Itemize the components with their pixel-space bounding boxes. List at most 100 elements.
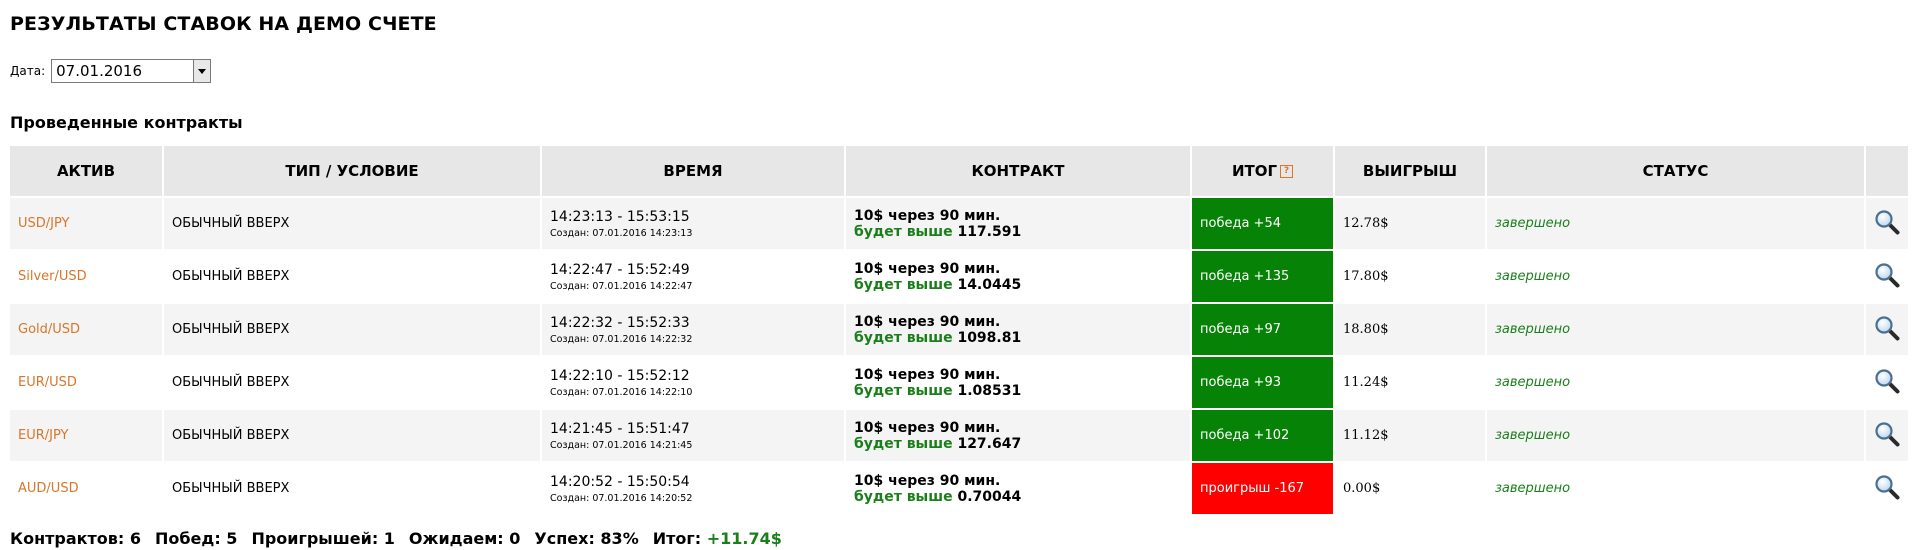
header-payout: ВЫИГРЫШ <box>1334 146 1487 197</box>
cell-action <box>1865 249 1910 303</box>
table-row: EUR/USD ОБЫЧНЫЙ ВВЕРХ 14:22:10 - 15:52:1… <box>10 355 1910 409</box>
contract-terms: 10$ через 90 мин. <box>854 419 1001 436</box>
cell-result: победа +54 <box>1191 196 1335 250</box>
header-result: ИТОГ? <box>1191 146 1335 197</box>
cell-time: 14:22:32 - 15:52:33 Создан: 07.01.2016 1… <box>541 302 846 356</box>
cell-asset: EUR/JPY <box>10 408 164 462</box>
cell-action <box>1865 355 1910 409</box>
strike-price: 1.08531 <box>957 382 1022 399</box>
cell-status: завершено <box>1486 408 1866 462</box>
cell-payout: 17.80$ <box>1334 249 1487 303</box>
time-range: 14:23:13 - 15:53:15 <box>550 208 690 225</box>
strike-price: 0.70044 <box>957 488 1022 505</box>
cell-result: победа +93 <box>1191 355 1335 409</box>
contract-condition: будет выше 1098.81 <box>854 330 1182 346</box>
cell-type: ОБЫЧНЫЙ ВВЕРХ <box>163 302 542 356</box>
magnifier-icon[interactable] <box>1874 209 1900 239</box>
cell-contract: 10$ через 90 мин. будет выше 117.591 <box>845 196 1192 250</box>
strike-price: 117.591 <box>957 223 1022 240</box>
cell-payout: 11.12$ <box>1334 408 1487 462</box>
asset-link[interactable]: EUR/USD <box>18 375 77 390</box>
cell-type: ОБЫЧНЫЙ ВВЕРХ <box>163 196 542 250</box>
magnifier-icon[interactable] <box>1874 368 1900 398</box>
date-dropdown-button[interactable] <box>193 60 211 82</box>
cell-action <box>1865 196 1910 250</box>
cell-type: ОБЫЧНЫЙ ВВЕРХ <box>163 461 542 514</box>
contract-condition: будет выше 14.0445 <box>854 277 1182 293</box>
magnifier-icon-svg <box>1875 209 1900 234</box>
page-title: РЕЗУЛЬТАТЫ СТАВОК НА ДЕМО СЧЕТЕ <box>10 13 437 35</box>
cell-payout: 11.24$ <box>1334 355 1487 409</box>
cell-time: 14:22:10 - 15:52:12 Создан: 07.01.2016 1… <box>541 355 846 409</box>
cell-result: победа +97 <box>1191 302 1335 356</box>
time-range: 14:22:47 - 15:52:49 <box>550 261 690 278</box>
time-range: 14:21:45 - 15:51:47 <box>550 420 690 437</box>
cell-contract: 10$ через 90 мин. будет выше 1.08531 <box>845 355 1192 409</box>
date-filter: Дата: 07.01.2016 <box>10 58 1909 84</box>
time-range: 14:20:52 - 15:50:54 <box>550 473 690 490</box>
contract-condition: будет выше 1.08531 <box>854 383 1182 399</box>
cell-asset: EUR/USD <box>10 355 164 409</box>
header-type: ТИП / УСЛОВИЕ <box>163 146 542 197</box>
contract-terms: 10$ через 90 мин. <box>854 366 1001 383</box>
condition-text: будет выше <box>854 329 953 346</box>
contracts-table: АКТИВ ТИП / УСЛОВИЕ ВРЕМЯ КОНТРАКТ ИТОГ?… <box>10 146 1910 514</box>
magnifier-icon-svg <box>1875 262 1900 287</box>
magnifier-icon-svg <box>1875 474 1900 499</box>
magnifier-icon[interactable] <box>1874 421 1900 451</box>
asset-link[interactable]: EUR/JPY <box>18 428 68 443</box>
contract-terms: 10$ через 90 мин. <box>854 313 1001 330</box>
contract-condition: будет выше 127.647 <box>854 436 1182 452</box>
summary-total-value: +11.74$ <box>706 528 782 548</box>
cell-time: 14:21:45 - 15:51:47 Создан: 07.01.2016 1… <box>541 408 846 462</box>
cell-status: завершено <box>1486 196 1866 250</box>
cell-status: завершено <box>1486 302 1866 356</box>
cell-type: ОБЫЧНЫЙ ВВЕРХ <box>163 408 542 462</box>
date-select[interactable]: 07.01.2016 <box>51 59 212 83</box>
cell-time: 14:20:52 - 15:50:54 Создан: 07.01.2016 1… <box>541 461 846 514</box>
magnifier-icon[interactable] <box>1874 315 1900 345</box>
magnifier-icon-svg <box>1875 368 1900 393</box>
magnifier-icon-svg <box>1875 421 1900 446</box>
cell-asset: Silver/USD <box>10 249 164 303</box>
asset-link[interactable]: Gold/USD <box>18 322 80 337</box>
header-asset: АКТИВ <box>10 146 164 197</box>
cell-status: завершено <box>1486 355 1866 409</box>
time-created: Создан: 07.01.2016 14:23:13 <box>550 227 693 239</box>
condition-text: будет выше <box>854 276 953 293</box>
strike-price: 14.0445 <box>957 276 1022 293</box>
time-created: Создан: 07.01.2016 14:22:32 <box>550 333 693 345</box>
question-icon[interactable]: ? <box>1280 165 1294 178</box>
magnifier-icon[interactable] <box>1874 262 1900 292</box>
table-row: EUR/JPY ОБЫЧНЫЙ ВВЕРХ 14:21:45 - 15:51:4… <box>10 408 1910 462</box>
cell-status: завершено <box>1486 461 1866 514</box>
cell-asset: Gold/USD <box>10 302 164 356</box>
summary-contracts: Контрактов: 6 <box>10 528 141 548</box>
time-created: Создан: 07.01.2016 14:22:47 <box>550 280 693 292</box>
section-title: Проведенные контракты <box>10 113 243 132</box>
table-row: Silver/USD ОБЫЧНЫЙ ВВЕРХ 14:22:47 - 15:5… <box>10 249 1910 303</box>
cell-action <box>1865 461 1910 514</box>
cell-payout: 12.78$ <box>1334 196 1487 250</box>
cell-time: 14:22:47 - 15:52:49 Создан: 07.01.2016 1… <box>541 249 846 303</box>
asset-link[interactable]: Silver/USD <box>18 269 87 284</box>
strike-price: 1098.81 <box>957 329 1022 346</box>
header-result-label: ИТОГ <box>1231 162 1278 180</box>
cell-contract: 10$ через 90 мин. будет выше 1098.81 <box>845 302 1192 356</box>
cell-type: ОБЫЧНЫЙ ВВЕРХ <box>163 355 542 409</box>
asset-link[interactable]: AUD/USD <box>18 481 79 496</box>
magnifier-icon[interactable] <box>1874 474 1900 504</box>
date-value: 07.01.2016 <box>56 62 143 80</box>
cell-time: 14:23:13 - 15:53:15 Создан: 07.01.2016 1… <box>541 196 846 250</box>
summary-total: Итог: +11.74$ <box>653 529 782 548</box>
table-row: Gold/USD ОБЫЧНЫЙ ВВЕРХ 14:22:32 - 15:52:… <box>10 302 1910 356</box>
summary-pending: Ожидаем: 0 <box>408 528 521 548</box>
cell-result: проигрыш -167 <box>1191 461 1335 514</box>
asset-link[interactable]: USD/JPY <box>18 216 70 231</box>
cell-type: ОБЫЧНЫЙ ВВЕРХ <box>163 249 542 303</box>
time-created: Создан: 07.01.2016 14:20:52 <box>550 492 693 504</box>
summary-wins: Побед: 5 <box>155 528 238 548</box>
cell-asset: USD/JPY <box>10 196 164 250</box>
time-range: 14:22:10 - 15:52:12 <box>550 367 690 384</box>
contract-condition: будет выше 0.70044 <box>854 489 1182 505</box>
